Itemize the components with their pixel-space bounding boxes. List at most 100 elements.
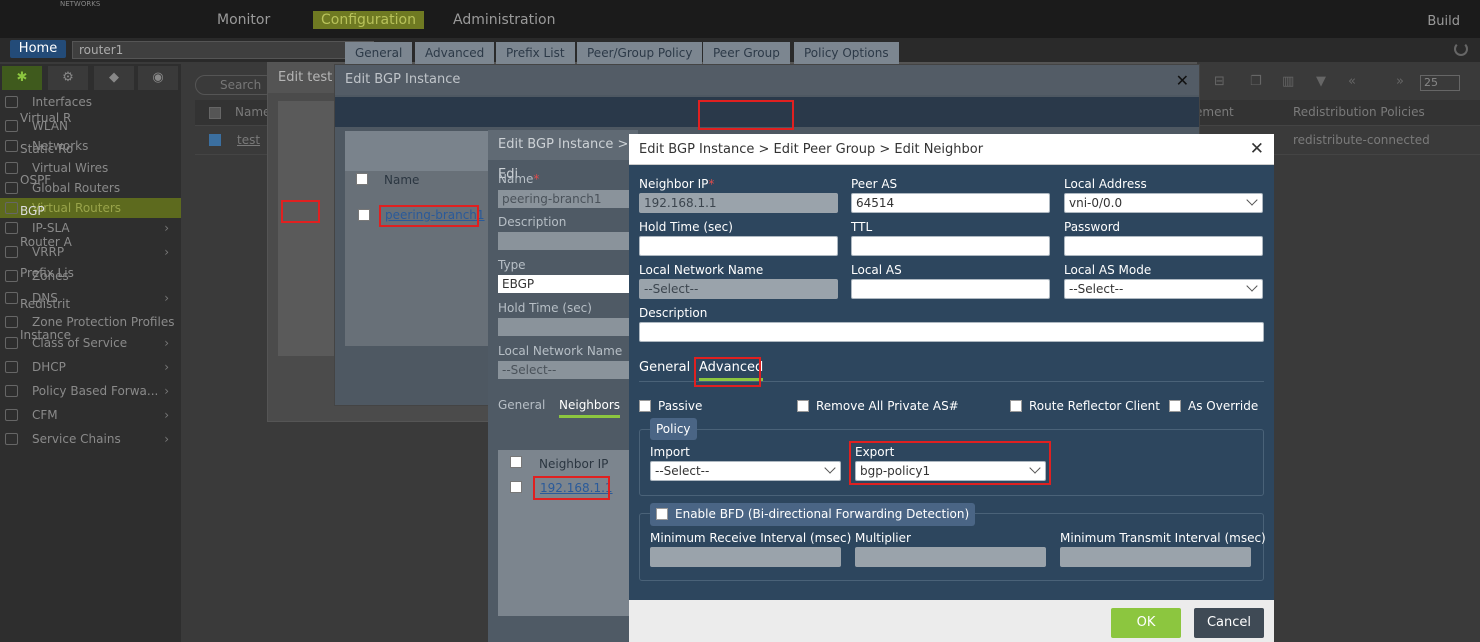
select-all-checkbox[interactable] — [209, 107, 221, 119]
first-page-icon[interactable]: « — [1348, 74, 1356, 89]
as-override-checkbox[interactable]: As Override — [1169, 399, 1258, 413]
ttl-input[interactable] — [851, 236, 1050, 256]
multiplier-input[interactable] — [855, 547, 1046, 567]
filter-icon[interactable]: ▼ — [1316, 74, 1326, 89]
checkbox-box[interactable] — [1010, 400, 1022, 412]
remove-private-as-checkbox[interactable]: Remove All Private AS# — [797, 399, 959, 413]
min-tx-input[interactable] — [1060, 547, 1251, 567]
tab-general[interactable]: General — [498, 398, 545, 412]
dialog-nav — [278, 101, 338, 356]
close-icon[interactable]: ✕ — [1250, 134, 1264, 165]
multiplier-label: Multiplier — [855, 531, 911, 545]
local-address-select[interactable]: vni-0/0.0 — [1064, 193, 1263, 213]
build-menu[interactable]: Build — [1427, 14, 1460, 29]
sidebar-item-interfaces[interactable]: Interfaces — [0, 92, 181, 112]
sidebar-item-label: DHCP — [32, 360, 66, 374]
columns-icon[interactable]: ▥ — [1282, 74, 1294, 89]
globe-icon[interactable]: ◉ — [138, 66, 178, 90]
description-input[interactable] — [639, 322, 1264, 342]
gear-icon[interactable]: ⚙ — [48, 66, 88, 90]
nav-ospf[interactable]: OSPF — [20, 173, 51, 187]
nav-virtual-router[interactable]: Virtual R — [20, 111, 71, 125]
row-checkbox[interactable] — [209, 134, 221, 146]
tab-peer-group[interactable]: Peer Group — [703, 42, 790, 64]
passive-checkbox[interactable]: Passive — [639, 399, 702, 413]
type-select[interactable]: EBGP — [498, 275, 638, 293]
chevron-down-icon — [1029, 462, 1041, 474]
last-page-icon[interactable]: » — [1396, 74, 1404, 89]
nav-redistribution[interactable]: Redistrit — [20, 297, 70, 311]
tab-prefix-list[interactable]: Prefix List — [496, 42, 575, 64]
nav-router-advertisement[interactable]: Router A — [20, 235, 72, 249]
sidebar-item-label: CFM — [32, 408, 58, 422]
search-input[interactable]: Search — [195, 75, 275, 95]
home-button[interactable]: Home — [10, 40, 66, 58]
checkbox-box[interactable] — [797, 400, 809, 412]
peer-group-table — [345, 131, 495, 346]
tab-neighbors[interactable]: Neighbors — [559, 398, 621, 418]
row-name-link[interactable]: test — [237, 133, 260, 147]
page-size-select[interactable]: 25 — [1420, 75, 1460, 91]
required-marker: * — [708, 177, 715, 191]
tab-monitor[interactable]: Monitor — [217, 12, 270, 28]
sidebar-item-label: Policy Based Forwa... — [32, 384, 159, 398]
local-network-label: Local Network Name — [498, 344, 623, 358]
peer-group-link[interactable]: peering-branch1 — [385, 208, 485, 222]
hold-time-input[interactable] — [498, 318, 638, 336]
tab-general[interactable]: General — [345, 42, 413, 64]
device-select[interactable]: router1 — [72, 40, 374, 59]
refresh-icon[interactable] — [1454, 42, 1468, 56]
checkbox-box[interactable] — [639, 400, 651, 412]
nav-prefix-list[interactable]: Prefix Lis — [20, 266, 74, 280]
name-input[interactable]: peering-branch1 — [498, 190, 638, 208]
tab-administration[interactable]: Administration — [453, 12, 555, 28]
nav-instance[interactable]: Instance — [20, 328, 71, 342]
tab-advanced[interactable]: Advanced — [699, 360, 764, 381]
policy-legend: Policy — [650, 418, 697, 440]
tab-configuration[interactable]: Configuration — [313, 11, 424, 29]
password-input[interactable] — [1064, 236, 1263, 256]
select-all-checkbox[interactable] — [510, 456, 522, 468]
hold-time-input[interactable] — [639, 236, 838, 256]
bfd-checkbox[interactable] — [656, 508, 668, 520]
tab-general[interactable]: General — [639, 360, 690, 375]
cube-icon[interactable]: ◆ — [94, 66, 134, 90]
tab-advanced[interactable]: Advanced — [415, 42, 495, 64]
description-input[interactable] — [498, 232, 638, 250]
chevron-right-icon: › — [164, 336, 169, 350]
col-name: Name — [235, 105, 271, 119]
export-select[interactable]: bgp-policy1 — [855, 461, 1046, 481]
local-network-name-select[interactable]: --Select-- — [639, 279, 838, 299]
route-reflector-client-checkbox[interactable]: Route Reflector Client — [1010, 399, 1160, 413]
ok-button[interactable]: OK — [1111, 608, 1181, 638]
bfd-legend[interactable]: Enable BFD (Bi-directional Forwarding De… — [650, 503, 976, 526]
row-checkbox[interactable] — [510, 481, 522, 493]
sidebar-item-dhcp[interactable]: DHCP › — [0, 357, 181, 377]
nav-bgp[interactable]: BGP — [20, 204, 45, 218]
cancel-button[interactable]: Cancel — [1194, 608, 1264, 638]
sidebar-item-label: IP-SLA — [32, 221, 70, 235]
tab-policy-options[interactable]: Policy Options — [794, 42, 899, 64]
sidebar-item-policy-based-forwa[interactable]: Policy Based Forwa... › — [0, 381, 181, 401]
close-icon[interactable]: ✕ — [1176, 71, 1189, 90]
local-network-select[interactable]: --Select-- — [498, 361, 638, 379]
peer-as-input[interactable]: 64514 — [851, 193, 1050, 213]
chevron-right-icon: › — [164, 291, 169, 305]
row-checkbox[interactable] — [358, 209, 370, 221]
import-select[interactable]: --Select-- — [650, 461, 841, 481]
minus-icon[interactable]: ⊟ — [1214, 74, 1225, 89]
network-tab-icon[interactable]: ✱ — [2, 66, 42, 90]
sidebar-item-service-chains[interactable]: Service Chains › — [0, 429, 181, 449]
import-label: Import — [650, 445, 690, 459]
min-rx-input[interactable] — [650, 547, 841, 567]
local-as-input[interactable] — [851, 279, 1050, 299]
copy-icon[interactable]: ❐ — [1250, 74, 1262, 89]
checkbox-box[interactable] — [1169, 400, 1181, 412]
select-all-checkbox[interactable] — [356, 173, 368, 185]
neighbor-ip-input[interactable]: 192.168.1.1 — [639, 193, 838, 213]
local-as-mode-select[interactable]: --Select-- — [1064, 279, 1263, 299]
nav-static-routes[interactable]: Static Ro — [20, 142, 73, 156]
sidebar-item-cfm[interactable]: CFM › — [0, 405, 181, 425]
neighbor-link[interactable]: 192.168.1.1 — [540, 481, 613, 495]
tab-peer-group-policy[interactable]: Peer/Group Policy — [577, 42, 703, 64]
